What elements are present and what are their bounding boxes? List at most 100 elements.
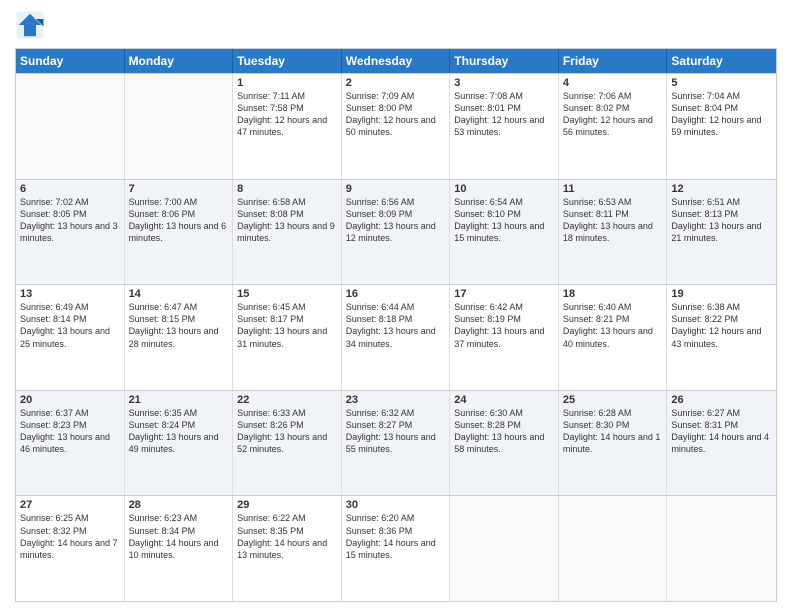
calendar-cell: 28Sunrise: 6:23 AMSunset: 8:34 PMDayligh… [125,496,234,601]
day-number: 23 [346,394,446,406]
day-number: 8 [237,183,337,195]
calendar-cell: 19Sunrise: 6:38 AMSunset: 8:22 PMDayligh… [667,285,776,390]
cell-details: Sunrise: 6:38 AMSunset: 8:22 PMDaylight:… [671,301,772,350]
cell-details: Sunrise: 6:25 AMSunset: 8:32 PMDaylight:… [20,512,120,561]
cell-details: Sunrise: 6:54 AMSunset: 8:10 PMDaylight:… [454,196,554,245]
day-number: 1 [237,77,337,89]
day-number: 14 [129,288,229,300]
day-number: 20 [20,394,120,406]
cell-details: Sunrise: 6:51 AMSunset: 8:13 PMDaylight:… [671,196,772,245]
calendar-week-2: 6Sunrise: 7:02 AMSunset: 8:05 PMDaylight… [16,179,776,285]
day-number: 15 [237,288,337,300]
day-number: 29 [237,499,337,511]
calendar-week-3: 13Sunrise: 6:49 AMSunset: 8:14 PMDayligh… [16,284,776,390]
calendar-cell: 7Sunrise: 7:00 AMSunset: 8:06 PMDaylight… [125,180,234,285]
calendar-cell [450,496,559,601]
calendar-cell [667,496,776,601]
day-number: 28 [129,499,229,511]
calendar-cell: 30Sunrise: 6:20 AMSunset: 8:36 PMDayligh… [342,496,451,601]
cell-details: Sunrise: 7:06 AMSunset: 8:02 PMDaylight:… [563,90,663,139]
calendar-cell: 10Sunrise: 6:54 AMSunset: 8:10 PMDayligh… [450,180,559,285]
calendar-cell [559,496,668,601]
cell-details: Sunrise: 6:30 AMSunset: 8:28 PMDaylight:… [454,407,554,456]
calendar-cell: 12Sunrise: 6:51 AMSunset: 8:13 PMDayligh… [667,180,776,285]
calendar-cell: 13Sunrise: 6:49 AMSunset: 8:14 PMDayligh… [16,285,125,390]
day-number: 18 [563,288,663,300]
calendar-cell: 9Sunrise: 6:56 AMSunset: 8:09 PMDaylight… [342,180,451,285]
cell-details: Sunrise: 6:35 AMSunset: 8:24 PMDaylight:… [129,407,229,456]
cell-details: Sunrise: 6:20 AMSunset: 8:36 PMDaylight:… [346,512,446,561]
calendar-week-1: 1Sunrise: 7:11 AMSunset: 7:58 PMDaylight… [16,73,776,179]
day-number: 5 [671,77,772,89]
cell-details: Sunrise: 6:40 AMSunset: 8:21 PMDaylight:… [563,301,663,350]
day-number: 16 [346,288,446,300]
calendar: SundayMondayTuesdayWednesdayThursdayFrid… [15,48,777,602]
calendar-cell: 27Sunrise: 6:25 AMSunset: 8:32 PMDayligh… [16,496,125,601]
calendar-body: 1Sunrise: 7:11 AMSunset: 7:58 PMDaylight… [16,73,776,601]
cell-details: Sunrise: 6:53 AMSunset: 8:11 PMDaylight:… [563,196,663,245]
day-number: 11 [563,183,663,195]
day-number: 6 [20,183,120,195]
day-number: 10 [454,183,554,195]
cell-details: Sunrise: 7:11 AMSunset: 7:58 PMDaylight:… [237,90,337,139]
day-number: 21 [129,394,229,406]
cell-details: Sunrise: 7:02 AMSunset: 8:05 PMDaylight:… [20,196,120,245]
calendar-cell [16,74,125,179]
cell-details: Sunrise: 6:56 AMSunset: 8:09 PMDaylight:… [346,196,446,245]
calendar-cell: 18Sunrise: 6:40 AMSunset: 8:21 PMDayligh… [559,285,668,390]
calendar-cell: 29Sunrise: 6:22 AMSunset: 8:35 PMDayligh… [233,496,342,601]
calendar-cell: 8Sunrise: 6:58 AMSunset: 8:08 PMDaylight… [233,180,342,285]
cell-details: Sunrise: 6:33 AMSunset: 8:26 PMDaylight:… [237,407,337,456]
cell-details: Sunrise: 7:04 AMSunset: 8:04 PMDaylight:… [671,90,772,139]
calendar-header-row: SundayMondayTuesdayWednesdayThursdayFrid… [16,49,776,73]
day-number: 22 [237,394,337,406]
calendar-cell [125,74,234,179]
header-day-thursday: Thursday [450,49,559,73]
day-number: 2 [346,77,446,89]
calendar-cell: 16Sunrise: 6:44 AMSunset: 8:18 PMDayligh… [342,285,451,390]
logo [15,10,49,40]
calendar-cell: 25Sunrise: 6:28 AMSunset: 8:30 PMDayligh… [559,391,668,496]
cell-details: Sunrise: 6:27 AMSunset: 8:31 PMDaylight:… [671,407,772,456]
header-day-saturday: Saturday [667,49,776,73]
calendar-week-5: 27Sunrise: 6:25 AMSunset: 8:32 PMDayligh… [16,495,776,601]
day-number: 12 [671,183,772,195]
day-number: 27 [20,499,120,511]
calendar-cell: 14Sunrise: 6:47 AMSunset: 8:15 PMDayligh… [125,285,234,390]
day-number: 3 [454,77,554,89]
day-number: 30 [346,499,446,511]
calendar-cell: 11Sunrise: 6:53 AMSunset: 8:11 PMDayligh… [559,180,668,285]
cell-details: Sunrise: 6:28 AMSunset: 8:30 PMDaylight:… [563,407,663,456]
day-number: 26 [671,394,772,406]
logo-icon [15,10,45,40]
calendar-week-4: 20Sunrise: 6:37 AMSunset: 8:23 PMDayligh… [16,390,776,496]
calendar-cell: 3Sunrise: 7:08 AMSunset: 8:01 PMDaylight… [450,74,559,179]
calendar-cell: 23Sunrise: 6:32 AMSunset: 8:27 PMDayligh… [342,391,451,496]
cell-details: Sunrise: 7:00 AMSunset: 8:06 PMDaylight:… [129,196,229,245]
day-number: 24 [454,394,554,406]
day-number: 9 [346,183,446,195]
cell-details: Sunrise: 6:47 AMSunset: 8:15 PMDaylight:… [129,301,229,350]
header-day-friday: Friday [559,49,668,73]
page: SundayMondayTuesdayWednesdayThursdayFrid… [0,0,792,612]
calendar-cell: 22Sunrise: 6:33 AMSunset: 8:26 PMDayligh… [233,391,342,496]
header-day-wednesday: Wednesday [342,49,451,73]
cell-details: Sunrise: 6:22 AMSunset: 8:35 PMDaylight:… [237,512,337,561]
calendar-cell: 24Sunrise: 6:30 AMSunset: 8:28 PMDayligh… [450,391,559,496]
calendar-cell: 4Sunrise: 7:06 AMSunset: 8:02 PMDaylight… [559,74,668,179]
cell-details: Sunrise: 6:58 AMSunset: 8:08 PMDaylight:… [237,196,337,245]
day-number: 19 [671,288,772,300]
calendar-cell: 26Sunrise: 6:27 AMSunset: 8:31 PMDayligh… [667,391,776,496]
cell-details: Sunrise: 6:42 AMSunset: 8:19 PMDaylight:… [454,301,554,350]
cell-details: Sunrise: 6:44 AMSunset: 8:18 PMDaylight:… [346,301,446,350]
header [15,10,777,40]
cell-details: Sunrise: 6:45 AMSunset: 8:17 PMDaylight:… [237,301,337,350]
calendar-cell: 1Sunrise: 7:11 AMSunset: 7:58 PMDaylight… [233,74,342,179]
header-day-monday: Monday [125,49,234,73]
header-day-sunday: Sunday [16,49,125,73]
day-number: 4 [563,77,663,89]
cell-details: Sunrise: 7:08 AMSunset: 8:01 PMDaylight:… [454,90,554,139]
day-number: 17 [454,288,554,300]
calendar-cell: 15Sunrise: 6:45 AMSunset: 8:17 PMDayligh… [233,285,342,390]
cell-details: Sunrise: 7:09 AMSunset: 8:00 PMDaylight:… [346,90,446,139]
